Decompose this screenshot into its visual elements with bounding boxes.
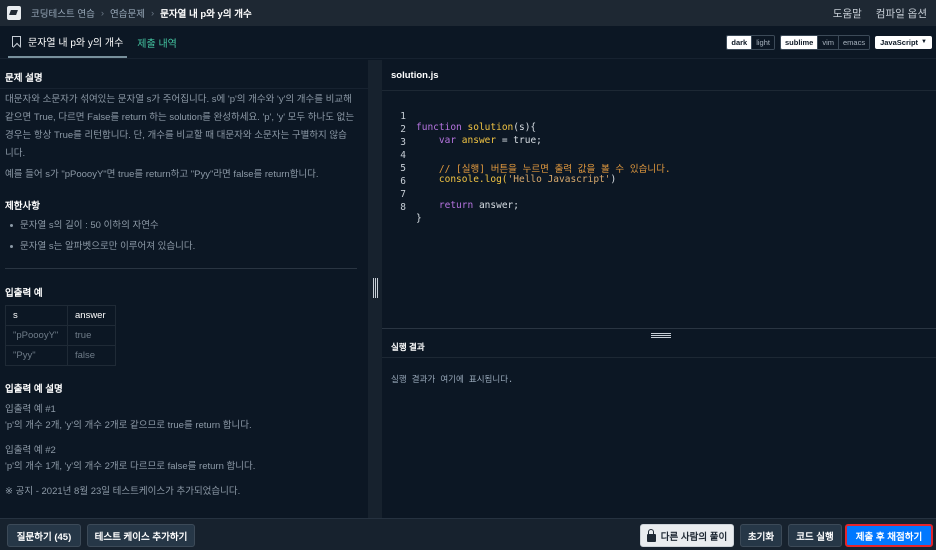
constraints-heading: 제한사항 [5,201,40,212]
io-example-table: s answer "pPoooyY" true "Pyy" false [5,305,116,366]
chevron-right-icon: › [100,7,104,19]
language-select-value: JavaScript [880,37,919,47]
editor-filename: solution.js [382,60,936,91]
result-heading: 실행 결과 [382,338,936,358]
table-cell: true [67,325,116,346]
keymap-emacs-option[interactable]: emacs [839,35,870,49]
divider [5,268,357,269]
tab-bar: 문자열 내 p와 y의 개수 제출 내역 dark light sublime … [0,26,936,59]
others-solutions-label: 다른 사람의 풀이 [660,531,728,543]
code-text: ) [610,174,617,185]
code-line[interactable]: 4 // [실행] 버튼을 누르면 출력 값을 볼 수 있습니다. [382,139,670,175]
tab-submissions[interactable]: 제출 내역 [133,26,181,58]
table-cell: false [67,345,116,366]
table-cell: "Pyy" [5,345,68,366]
table-row: "Pyy" false [5,345,116,366]
help-link[interactable]: 도움말 [833,6,862,21]
problem-description-text: 대문자와 소문자가 섞여있는 문자열 s가 주어집니다. s에 'p'의 개수와… [5,94,355,159]
io-explanation-heading: 입출력 예 설명 [5,384,63,395]
divider [0,88,368,89]
language-select[interactable]: JavaScript ▼ [875,35,932,49]
chevron-down-icon: ▼ [921,39,927,45]
theme-toggle: dark light [726,34,775,50]
ask-question-button[interactable]: 질문하기 (45) [7,524,81,547]
code-line[interactable]: 1 function solution(s){ [382,100,536,133]
code-keyword: function [416,122,462,133]
code-call: console.log( [438,174,508,185]
run-code-button[interactable]: 코드 실행 [788,524,842,547]
theme-light-option[interactable]: light [752,35,774,49]
bottom-action-bar: 질문하기 (45) 테스트 케이스 추가하기 다른 사람의 풀이 초기화 코드 … [0,518,936,550]
code-line[interactable]: 2 var answer = true; [382,113,542,146]
code-text: } [416,213,422,224]
breadcrumb-item-current: 문자열 내 p와 y의 개수 [160,9,252,20]
tab-problem[interactable]: 문자열 내 p와 y의 개수 [8,26,128,58]
code-string: 'Hello Javascript' [507,174,611,185]
breadcrumb-item-practice[interactable]: 연습문제 [110,6,145,20]
lock-icon [646,528,656,542]
constraints-list: 문자열 s의 길이 : 50 이하의 자연수 문자열 s는 알파벳으로만 이루어… [9,215,195,257]
problem-panel[interactable]: 문제 설명 대문자와 소문자가 섞여있는 문자열 s가 주어집니다. s에 'p… [0,60,368,518]
submit-button[interactable]: 제출 후 채점하기 [845,524,933,547]
notice-text: ※ 공지 - 2021년 8월 23일 테스트케이스가 추가되었습니다. [5,486,241,497]
breadcrumb-item-coding-test[interactable]: 코딩테스트 연습 [31,6,95,20]
io-example-heading: 입출력 예 [5,288,43,299]
list-item: 문자열 s는 알파벳으로만 이루어져 있습니다. [9,236,195,257]
table-cell: "pPoooyY" [5,325,68,346]
compile-options-link[interactable]: 컴파일 옵션 [876,6,927,21]
line-number: 8 [400,202,406,213]
table-header-cell: answer [67,305,116,326]
keymap-sublime-option[interactable]: sublime [780,35,819,49]
top-bar: 코딩테스트 연습 › 연습문제 › 문자열 내 p와 y의 개수 도움말 컴파일… [0,0,936,26]
code-function-name: solution [467,122,514,133]
list-item: 문자열 s의 길이 : 50 이하의 자연수 [9,215,195,236]
editor-panel: solution.js 1 function solution(s){ 2 va… [382,60,936,518]
code-variable: answer [461,135,497,146]
code-line[interactable]: 8 } [382,191,421,224]
problem-description-heading: 문제 설명 [5,73,43,84]
code-text: (s){ [513,122,537,133]
keymap-toggle: sublime vim emacs [779,34,871,50]
table-row: "pPoooyY" true [5,325,116,346]
chevron-right-icon: › [150,7,155,19]
bookmark-icon[interactable] [12,35,21,47]
code-line[interactable]: 3 [382,126,416,148]
keymap-vim-option[interactable]: vim [818,35,839,49]
code-text: answer; [473,200,519,211]
breadcrumb: 코딩테스트 연습 › 연습문제 › 문자열 내 p와 y의 개수 [31,6,252,21]
code-keyword: var [438,135,457,146]
table-header-cell: s [5,305,68,326]
code-line[interactable]: 5 console.log('Hello Javascript') [382,152,616,185]
others-solutions-button[interactable]: 다른 사람의 풀이 [640,524,734,547]
theme-dark-option[interactable]: dark [727,35,753,49]
table-header-row: s answer [5,305,116,326]
add-testcase-button[interactable]: 테스트 케이스 추가하기 [87,524,195,547]
problem-example-text: 예를 들어 s가 "pPoooyY"면 true를 return하고 "Pyy"… [5,169,319,180]
tab-problem-label: 문자열 내 p와 y의 개수 [28,37,124,49]
code-line[interactable]: 7 return answer; [382,178,519,211]
code-line[interactable]: 6 [382,165,416,187]
example2-text: 'p'의 개수 1개, 'y'의 개수 2개로 다르므로 false를 retu… [5,461,256,472]
editor-settings: dark light sublime vim emacs JavaScript … [726,26,932,58]
reset-button[interactable]: 초기화 [740,524,782,547]
resize-handle-icon[interactable] [373,278,378,298]
code-text: = true; [496,135,542,146]
result-output: 실행 결과가 여기에 표시됩니다. [391,375,514,385]
example1-text: 'p'의 개수 2개, 'y'의 개수 2개로 같으므로 true를 retur… [5,420,252,431]
programmers-logo-icon[interactable] [7,6,21,20]
code-keyword: return [438,200,474,211]
